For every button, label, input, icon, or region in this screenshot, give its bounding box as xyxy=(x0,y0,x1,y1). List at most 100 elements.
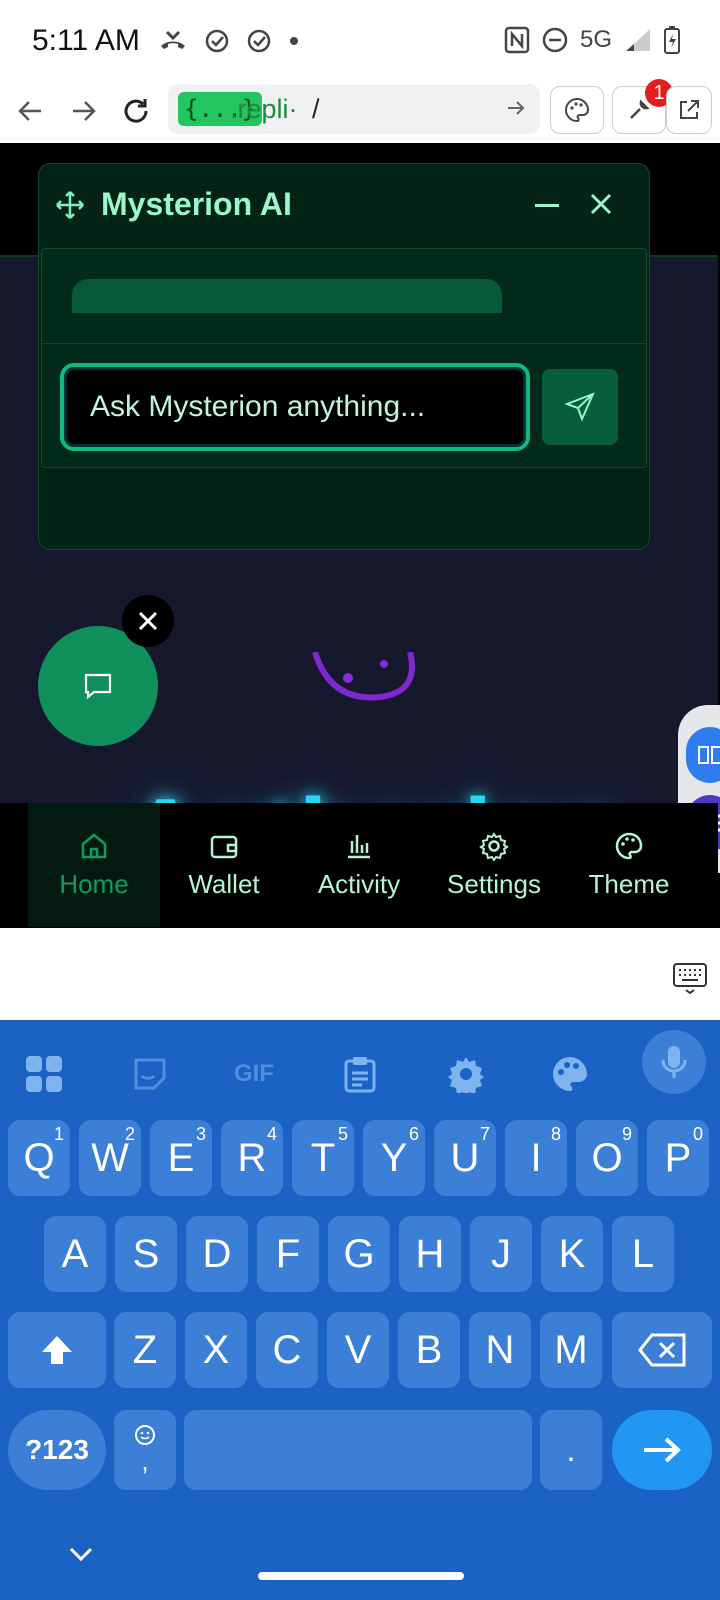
apps-button[interactable] xyxy=(8,1038,80,1110)
key-label: B xyxy=(415,1327,443,1372)
arrow-right-icon xyxy=(644,1437,681,1463)
key-c[interactable]: C xyxy=(256,1312,318,1388)
reload-button[interactable] xyxy=(112,80,160,142)
browser-toolbar: {...} .repli· / 1 xyxy=(0,79,720,142)
enter-key[interactable] xyxy=(612,1410,712,1490)
nav-label: Settings xyxy=(447,868,541,899)
nfc-icon xyxy=(504,26,530,54)
nav-label: Theme xyxy=(588,868,670,899)
shift-key[interactable] xyxy=(8,1312,106,1388)
key-v[interactable]: V xyxy=(327,1312,389,1388)
move-icon[interactable] xyxy=(55,190,85,220)
nav-item-activity[interactable]: Activity xyxy=(293,803,425,927)
external-link-icon xyxy=(680,100,699,119)
emoji-comma-key[interactable]: , xyxy=(114,1410,176,1490)
sticker-button[interactable] xyxy=(114,1038,186,1110)
key-l[interactable]: L xyxy=(612,1216,674,1292)
status-left-icons xyxy=(158,28,300,54)
forward-button[interactable] xyxy=(60,80,108,142)
gif-button[interactable]: GIF xyxy=(218,1038,290,1110)
signal-icon xyxy=(626,29,650,51)
key-s[interactable]: S xyxy=(115,1216,177,1292)
url-go-arrow-icon[interactable] xyxy=(506,98,526,118)
check-circle-icon xyxy=(247,29,271,53)
fab-close-button[interactable] xyxy=(122,595,174,647)
backspace-key[interactable] xyxy=(612,1312,712,1388)
key-label: S xyxy=(132,1231,160,1276)
devtools-button[interactable]: 1 xyxy=(612,79,673,134)
key-hint: 3 xyxy=(195,1124,206,1144)
nav-item-theme[interactable]: Theme xyxy=(563,803,695,927)
key-b[interactable]: B xyxy=(398,1312,460,1388)
key-label: P xyxy=(664,1135,692,1180)
soft-keyboard: GIF ?123 , . Q1W2E3R4T5Y6U7I8O9P0ASDFGHJ… xyxy=(0,1020,720,1600)
open-external-button[interactable] xyxy=(666,86,712,134)
key-p[interactable]: P0 xyxy=(647,1120,709,1196)
key-j[interactable]: J xyxy=(470,1216,532,1292)
minimize-icon[interactable] xyxy=(535,204,559,208)
key-n[interactable]: N xyxy=(469,1312,531,1388)
period-key[interactable]: . xyxy=(540,1410,602,1490)
grid-icon xyxy=(26,1056,62,1092)
palette-icon xyxy=(615,832,643,859)
key-o[interactable]: O9 xyxy=(576,1120,638,1196)
symbols-key[interactable]: ?123 xyxy=(8,1410,106,1490)
check-circle-icon xyxy=(205,29,229,53)
ai-message-bubble xyxy=(72,279,502,313)
microphone-icon xyxy=(661,1046,687,1078)
key-x[interactable]: X xyxy=(185,1312,247,1388)
theme-button[interactable] xyxy=(534,1038,606,1110)
key-w[interactable]: W2 xyxy=(79,1120,141,1196)
palette-icon xyxy=(553,1057,587,1091)
send-icon xyxy=(565,392,595,422)
key-g[interactable]: G xyxy=(328,1216,390,1292)
hide-keyboard-icon[interactable] xyxy=(68,1546,94,1562)
nav-label: Activity xyxy=(317,868,401,899)
key-label: U xyxy=(450,1135,480,1180)
nav-item-wallet[interactable]: Wallet xyxy=(158,803,290,927)
ai-send-button[interactable] xyxy=(542,369,618,445)
voice-input-button[interactable] xyxy=(642,1030,706,1094)
key-e[interactable]: E3 xyxy=(150,1120,212,1196)
key-y[interactable]: Y6 xyxy=(363,1120,425,1196)
nav-item-settings[interactable]: Settings xyxy=(428,803,560,927)
url-bar[interactable]: {...} .repli· / xyxy=(168,84,540,134)
key-r[interactable]: R4 xyxy=(221,1120,283,1196)
gear-icon xyxy=(448,1057,484,1093)
key-t[interactable]: T5 xyxy=(292,1120,354,1196)
key-z[interactable]: Z xyxy=(114,1312,176,1388)
spacebar-key[interactable] xyxy=(184,1410,532,1490)
key-hint: 5 xyxy=(337,1124,348,1144)
key-d[interactable]: D xyxy=(186,1216,248,1292)
key-q[interactable]: Q1 xyxy=(8,1120,70,1196)
missed-call-icon xyxy=(161,30,185,49)
key-hint: 6 xyxy=(408,1124,419,1144)
keyboard-settings-button[interactable] xyxy=(430,1038,502,1110)
reader-mode-button[interactable] xyxy=(686,727,720,783)
key-h[interactable]: H xyxy=(399,1216,461,1292)
key-u[interactable]: U7 xyxy=(434,1120,496,1196)
key-k[interactable]: K xyxy=(541,1216,603,1292)
home-icon xyxy=(81,832,107,858)
key-label: E xyxy=(167,1135,195,1180)
key-a[interactable]: A xyxy=(44,1216,106,1292)
key-label: C xyxy=(272,1327,302,1372)
close-icon[interactable] xyxy=(589,192,613,216)
keyboard-icon[interactable] xyxy=(672,960,708,996)
divider xyxy=(42,343,646,344)
nav-item-home[interactable]: Home xyxy=(28,803,160,927)
key-i[interactable]: I8 xyxy=(505,1120,567,1196)
key-m[interactable]: M xyxy=(540,1312,602,1388)
key-label: W xyxy=(91,1135,129,1180)
palette-button[interactable] xyxy=(550,86,604,134)
key-label: X xyxy=(202,1327,230,1372)
clipboard-button[interactable] xyxy=(324,1038,396,1110)
back-arrow-icon xyxy=(18,101,41,121)
back-button[interactable] xyxy=(6,80,54,142)
key-label: V xyxy=(344,1327,372,1372)
ai-chat-input[interactable] xyxy=(60,363,530,451)
key-label: H xyxy=(415,1231,445,1276)
key-f[interactable]: F xyxy=(257,1216,319,1292)
url-domain: .repli· xyxy=(230,94,298,124)
home-indicator xyxy=(258,1572,464,1580)
